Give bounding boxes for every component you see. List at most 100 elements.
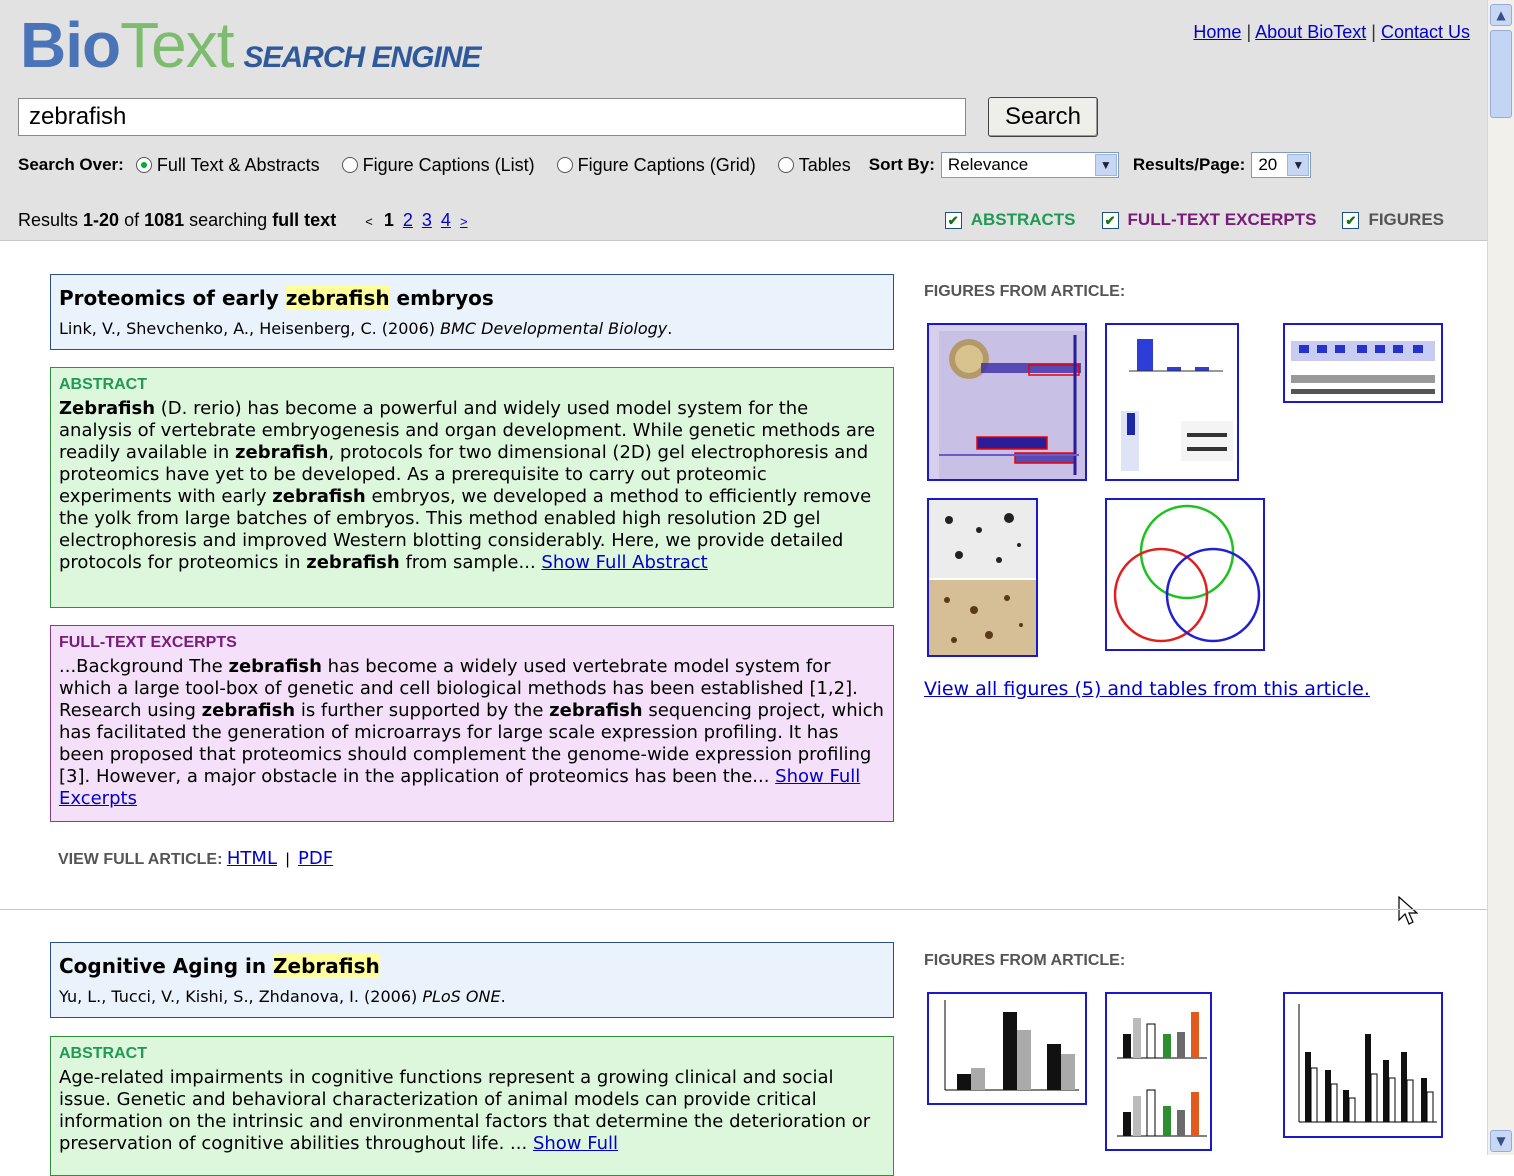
link-separator: | [1246,22,1252,42]
title-text: Proteomics of early [59,286,286,310]
gel-strip-figure-image [1285,325,1441,401]
toggle-label: FIGURES [1368,210,1444,229]
scroll-up-icon[interactable]: ▲ [1490,4,1512,26]
radio-icon[interactable] [777,157,794,173]
results-summary: Results 1-20 of 1081 searching full text… [18,210,472,231]
display-toggles: ✔ ABSTRACTS ✔ FULL-TEXT EXCERPTS ✔ FIGUR… [919,210,1444,230]
radio-tables[interactable]: Tables [777,155,851,176]
show-full-abstract-link[interactable]: Show Full Abstract [541,552,707,573]
result-title[interactable]: Proteomics of early zebrafish embryos [59,285,885,311]
search-options: Search Over: Full Text & Abstracts Figur… [18,150,1325,180]
chevron-down-icon[interactable]: ▼ [1287,154,1310,176]
figure-thumbnail[interactable] [1283,323,1443,403]
toggle-abstracts[interactable]: ✔ ABSTRACTS [944,210,1076,230]
search-button[interactable]: Search [988,97,1098,137]
prev-page: < [365,214,373,229]
page-link[interactable]: 2 [403,210,413,230]
abstract-box: ABSTRACT Age-related impairments in cogn… [50,1036,894,1176]
checkmark-icon[interactable]: ✔ [944,211,962,229]
figure-thumbnail[interactable] [1283,992,1443,1138]
results-searching: searching [184,210,273,230]
radio-figure-captions-grid[interactable]: Figure Captions (Grid) [556,154,756,176]
excerpt-heading: FULL-TEXT EXCERPTS [59,634,237,651]
citation-authors: Yu, L., Tucci, V., Kishi, S., Zhdanova, … [59,987,423,1006]
current-page: 1 [383,210,394,230]
radio-selected-icon[interactable] [135,157,152,173]
radio-label: Figure Captions (Grid) [577,154,756,175]
title-highlight: zebrafish [285,286,390,310]
view-full-article: VIEW FULL ARTICLE: HTML | PDF [58,848,333,869]
figure-thumbnail[interactable] [1105,323,1239,481]
figures-heading: FIGURES FROM ARTICLE: [924,952,1126,969]
logo-subtitle: SEARCH ENGINE [243,41,481,74]
next-page-link[interactable]: > [460,214,468,229]
vertical-scrollbar[interactable]: ▲ ▼ [1487,0,1514,1155]
results-range: 1-20 [83,210,120,230]
title-text: Cognitive Aging in [59,954,274,978]
html-link[interactable]: HTML [227,848,277,869]
search-over-label: Search Over: [18,155,124,174]
toggle-figures[interactable]: ✔ FIGURES [1342,210,1444,230]
view-all-figures-link[interactable]: View all figures (5) and tables from thi… [924,678,1370,700]
view-full-label: VIEW FULL ARTICLE: [58,851,223,868]
chevron-down-icon[interactable]: ▼ [1094,154,1117,176]
contact-link[interactable]: Contact Us [1381,22,1470,42]
abstract-body: Zebrafish (D. rerio) has become a powerf… [59,398,876,573]
show-full-abstract-link[interactable]: Show Full [533,1133,618,1154]
logo-bio: Bio [20,9,121,81]
radio-label: Full Text & Abstracts [156,154,320,175]
page-link[interactable]: 4 [441,210,451,230]
search-input[interactable]: zebrafish [18,98,966,136]
result-title[interactable]: Cognitive Aging in Zebrafish [59,953,885,979]
figures-heading: FIGURES FROM ARTICLE: [924,283,1126,300]
radio-icon[interactable] [341,157,358,173]
citation-end: . [667,319,673,338]
toggle-label: ABSTRACTS [970,210,1076,229]
result-title-box: Proteomics of early zebrafish embryos Li… [50,274,894,350]
header: BioText SEARCH ENGINE Home | About BioTex… [0,0,1488,241]
figure-thumbnail[interactable] [1105,498,1265,651]
top-links: Home | About BioText | Contact Us [1193,22,1470,43]
grouped-bar-figure-image [1107,994,1210,1149]
title-text: embryos [389,286,494,310]
radio-full-text[interactable]: Full Text & Abstracts [135,154,320,176]
link-separator: | [1371,22,1376,42]
toggle-full-text-excerpts[interactable]: ✔ FULL-TEXT EXCERPTS [1101,210,1317,230]
scroll-down-icon[interactable]: ▼ [1490,1130,1512,1152]
gel-figure-image [929,325,1085,479]
bar-chart-figure-image [929,994,1085,1103]
pdf-link[interactable]: PDF [298,848,333,869]
about-link[interactable]: About BioText [1255,22,1366,42]
separator: | [285,851,290,868]
figure-thumbnail[interactable] [1105,992,1212,1151]
scrollbar-thumb[interactable] [1490,30,1512,118]
bar-chart-figure-image [1107,325,1237,479]
per-page-value: 20 [1258,155,1278,174]
results-scope: full text [272,210,337,230]
abstract-box: ABSTRACT Zebrafish (D. rerio) has become… [50,367,894,608]
citation-end: . [500,987,506,1006]
citation-authors: Link, V., Shevchenko, A., Heisenberg, C.… [59,319,441,338]
figure-thumbnail[interactable] [927,498,1038,657]
title-highlight: Zebrafish [273,954,380,978]
checkmark-icon[interactable]: ✔ [1342,211,1360,229]
biotext-logo[interactable]: BioText SEARCH ENGINE [20,8,482,82]
toggle-label: FULL-TEXT EXCERPTS [1127,210,1317,229]
result-divider [0,909,1488,910]
radio-figure-captions-list[interactable]: Figure Captions (List) [341,155,535,176]
per-page-select[interactable]: 20 ▼ [1251,152,1312,178]
abstract-heading: ABSTRACT [59,376,147,393]
page-link[interactable]: 3 [422,210,432,230]
excerpt-text: ...Background The zebrafish has become a… [59,656,885,810]
results-prefix: Results [18,210,84,230]
radio-icon[interactable] [556,157,573,173]
result-citation: Yu, L., Tucci, V., Kishi, S., Zhdanova, … [59,987,885,1006]
abstract-text: Age-related impairments in cognitive fun… [59,1067,885,1155]
venn-diagram-figure-image [1107,500,1263,649]
figure-thumbnail[interactable] [927,992,1087,1105]
sort-select[interactable]: Relevance ▼ [940,152,1119,178]
checkmark-icon[interactable]: ✔ [1101,211,1119,229]
results-of: of [119,210,145,230]
figure-thumbnail[interactable] [927,323,1087,481]
home-link[interactable]: Home [1193,22,1241,42]
